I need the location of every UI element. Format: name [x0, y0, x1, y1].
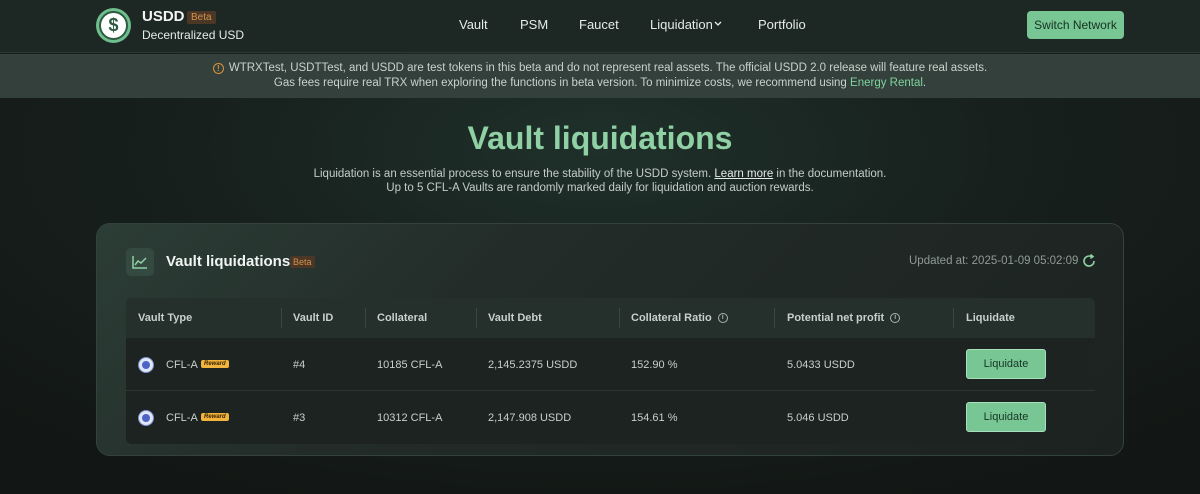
col-potential-profit-label: Potential net profit: [787, 312, 885, 324]
info-icon[interactable]: i: [717, 313, 728, 323]
table-row: CFL-A Reward #3 10312 CFL-A 2,147.908 US…: [126, 391, 1095, 444]
collateral-ratio: 154.61 %: [631, 412, 678, 424]
col-collateral-ratio-label: Collateral Ratio: [631, 312, 712, 324]
table-header: Vault Type Vault ID Collateral Vault Deb…: [126, 298, 1095, 338]
potential-profit: 5.046 USDD: [787, 412, 849, 424]
nav-liquidation[interactable]: Liquidation: [650, 17, 713, 32]
page-description: Liquidation is an essential process to e…: [0, 167, 1200, 195]
updated-timestamp: Updated at: 2025-01-09 05:02:09: [909, 255, 1079, 267]
switch-network-button[interactable]: Switch Network: [1027, 11, 1124, 39]
notice-line-2: Gas fees require real TRX when exploring…: [273, 77, 851, 89]
chevron-down-icon[interactable]: [714, 21, 722, 27]
info-icon[interactable]: i: [890, 313, 901, 323]
description-text-1-end: in the documentation.: [773, 168, 887, 180]
refresh-icon[interactable]: [1081, 253, 1097, 269]
collateral: 10185 CFL-A: [377, 359, 443, 371]
potential-profit: 5.0433 USDD: [787, 359, 855, 371]
collateral: 10312 CFL-A: [377, 412, 443, 424]
cfl-token-icon: [138, 410, 154, 426]
brand-subtitle: Decentralized USD: [142, 28, 245, 42]
col-vault-type: Vault Type: [138, 312, 193, 324]
vault-type: CFL-A: [166, 359, 198, 371]
chart-line-icon: [126, 248, 154, 276]
vault-id: #4: [293, 359, 306, 371]
notice-line-2-end: .: [922, 77, 927, 89]
card-beta-badge: Beta: [290, 256, 315, 268]
col-vault-debt: Vault Debt: [488, 312, 542, 324]
cfl-token-icon: [138, 357, 154, 373]
col-liquidate: Liquidate: [966, 312, 1015, 324]
learn-more-link[interactable]: Learn more: [714, 168, 773, 180]
col-collateral-ratio: Collateral Ratio i: [631, 312, 728, 324]
reward-badge: Reward: [201, 413, 229, 421]
description-text-1: Liquidation is an essential process to e…: [313, 168, 715, 180]
brand-beta-badge: Beta: [187, 11, 216, 24]
usdd-logo-icon[interactable]: $: [96, 8, 131, 43]
col-potential-profit: Potential net profit i: [787, 312, 901, 324]
liquidate-button[interactable]: Liquidate: [966, 349, 1046, 379]
liquidate-button[interactable]: Liquidate: [966, 402, 1046, 432]
nav-faucet[interactable]: Faucet: [579, 17, 619, 32]
vault-liquidations-card: Vault liquidations Beta Updated at: 2025…: [96, 223, 1124, 456]
vault-id: #3: [293, 412, 306, 424]
collateral-ratio: 152.90 %: [631, 359, 678, 371]
nav-portfolio[interactable]: Portfolio: [758, 17, 806, 32]
liquidations-table: Vault Type Vault ID Collateral Vault Deb…: [126, 298, 1095, 444]
col-vault-id: Vault ID: [293, 312, 334, 324]
vault-type: CFL-A: [166, 412, 198, 424]
beta-notice-banner: ! WTRXTest, USDTTest, and USDD are test …: [0, 54, 1200, 98]
energy-rental-link[interactable]: Energy Rental: [850, 77, 923, 89]
warning-icon: !: [212, 63, 224, 74]
vault-debt: 2,145.2375 USDD: [488, 359, 578, 371]
description-text-2: Up to 5 CFL-A Vaults are randomly marked…: [386, 182, 814, 194]
nav-vault[interactable]: Vault: [459, 17, 488, 32]
nav-psm[interactable]: PSM: [520, 17, 548, 32]
notice-line-1: WTRXTest, USDTTest, and USDD are test to…: [228, 62, 988, 74]
table-row: CFL-A Reward #4 10185 CFL-A 2,145.2375 U…: [126, 338, 1095, 391]
vault-debt: 2,147.908 USDD: [488, 412, 572, 424]
card-title: Vault liquidations: [166, 253, 291, 270]
col-collateral: Collateral: [377, 312, 428, 324]
reward-badge: Reward: [201, 360, 229, 368]
brand-name: USDD: [142, 8, 185, 25]
page-title: Vault liquidations: [467, 120, 733, 156]
top-header: $ USDD Beta Decentralized USD Vault PSM …: [0, 0, 1200, 53]
